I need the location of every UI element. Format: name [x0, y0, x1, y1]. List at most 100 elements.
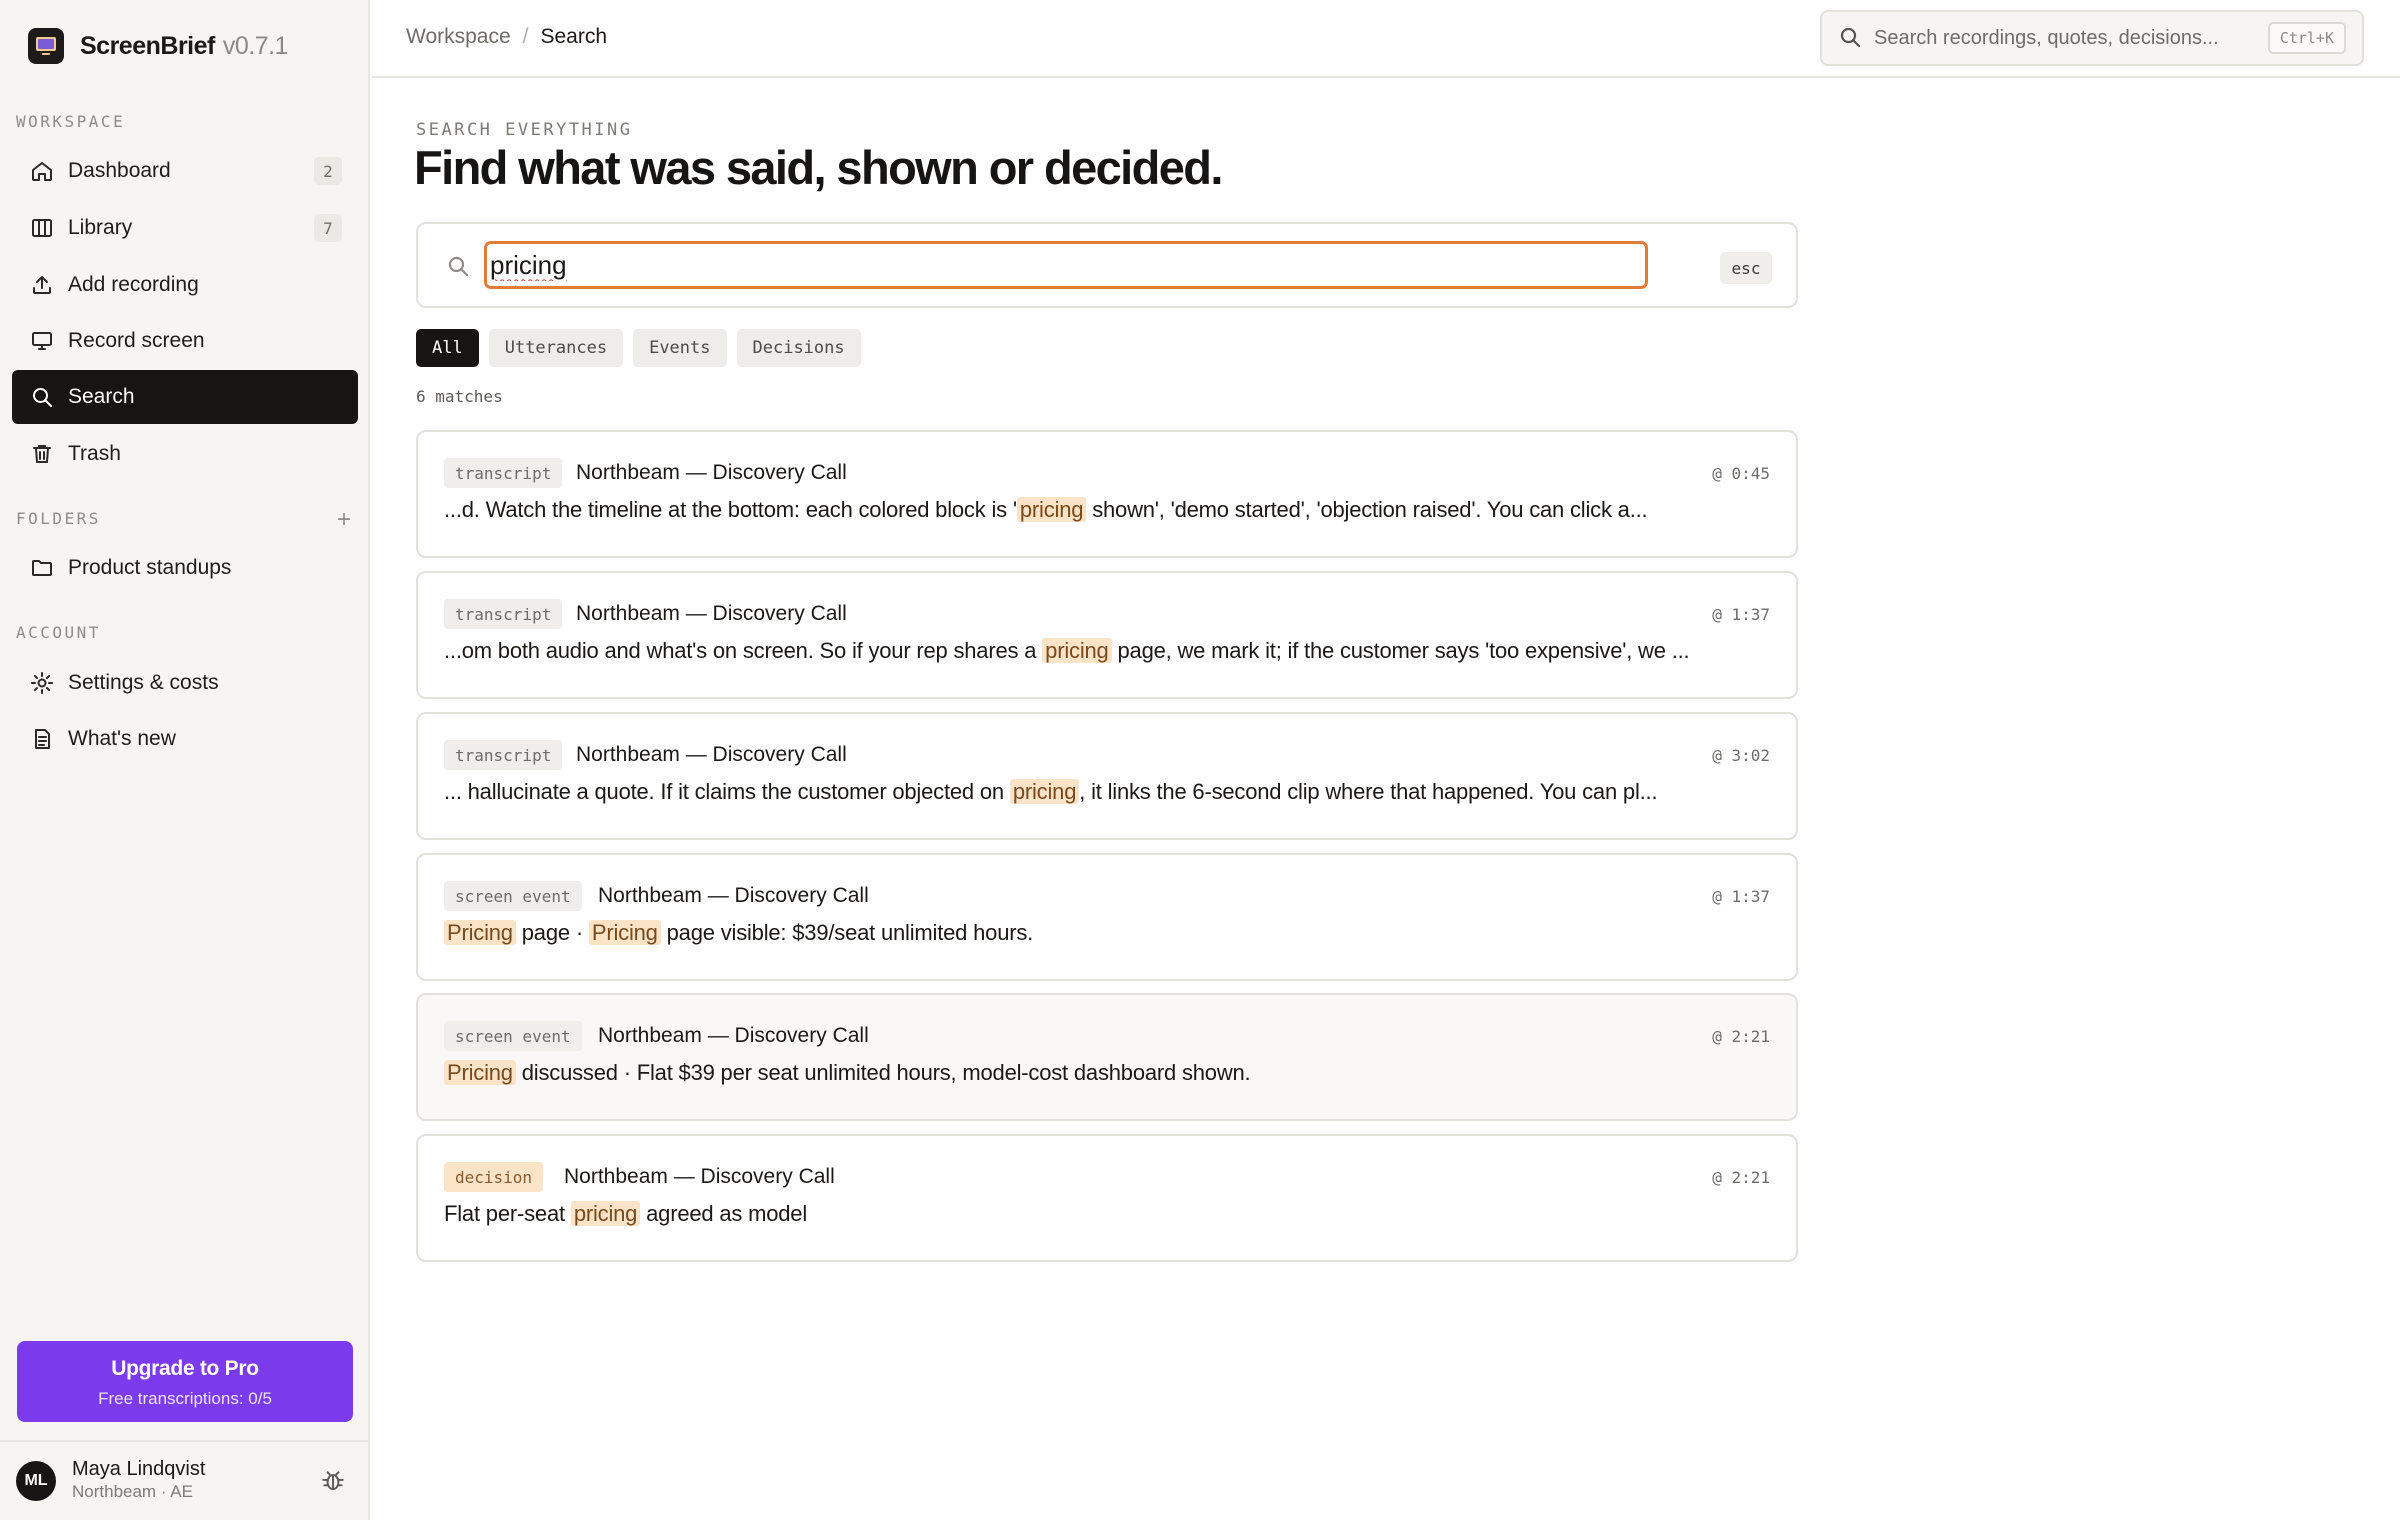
sidebar-item-label: Library [68, 216, 133, 239]
sidebar-item-label: Dashboard [68, 159, 171, 182]
snippet-text: ...om both audio and what's on screen. S… [444, 638, 1043, 663]
sidebar-item-label: Record screen [68, 329, 205, 352]
user-subtitle: Northbeam · AE [72, 1482, 193, 1501]
brand[interactable]: ScreenBrief v0.7.1 [28, 28, 288, 64]
sidebar-item-search[interactable]: Search [12, 370, 358, 424]
match-highlight: pricing [1016, 497, 1087, 522]
filter-all[interactable]: All [416, 329, 479, 367]
avatar[interactable]: ML [16, 1461, 56, 1501]
sidebar-item-whats-new[interactable]: What's new [12, 712, 358, 766]
home-icon [28, 157, 56, 185]
result-snippet: Pricing page · Pricing page visible: $39… [444, 920, 1033, 946]
result-snippet: Pricing discussed · Flat $39 per seat un… [444, 1060, 1251, 1086]
match-highlight: Pricing [588, 920, 661, 945]
result-card[interactable]: transcript Northbeam — Discovery Call @ 3:… [416, 712, 1798, 840]
snippet-text: discussed · Flat $39 per seat unlimited … [515, 1060, 1251, 1085]
trash-icon [28, 440, 56, 468]
search-placeholder: Search recordings, quotes, decisions... [1874, 26, 2219, 49]
sidebar-item-label: Search [68, 385, 135, 408]
count-badge: 7 [314, 214, 342, 242]
result-type-tag: decision [444, 1162, 544, 1192]
filter-events[interactable]: Events [633, 329, 727, 367]
snippet-text: agreed as model [640, 1201, 808, 1226]
sidebar-item-record-screen[interactable]: Record screen [12, 314, 358, 368]
snippet-text: page visible: $39/seat unlimited hours. [660, 920, 1034, 945]
sidebar-item-label: Add recording [68, 273, 199, 296]
snippet-text: , it links the 6-second clip where that … [1079, 779, 1658, 804]
result-type-tag: transcript [444, 458, 563, 488]
sidebar-item-dashboard[interactable]: Dashboard 2 [12, 144, 358, 198]
result-type-tag: screen event [444, 881, 582, 911]
filter-utterances[interactable]: Utterances [488, 329, 624, 367]
result-snippet: ...om both audio and what's on screen. S… [444, 638, 1690, 664]
result-timestamp[interactable]: @ 1:37 [1712, 599, 1770, 629]
upgrade-button[interactable]: Upgrade to Pro Free transcriptions: 0/5 [17, 1341, 353, 1422]
search-icon [28, 383, 56, 411]
page-eyebrow: SEARCH EVERYTHING [416, 120, 633, 140]
result-snippet: Flat per-seat pricing agreed as model [444, 1201, 807, 1227]
match-count: 6 matches [416, 387, 503, 406]
bug-report-icon[interactable] [320, 1468, 348, 1496]
result-timestamp[interactable]: @ 0:45 [1712, 458, 1770, 488]
result-timestamp[interactable]: @ 3:02 [1712, 740, 1770, 770]
result-card[interactable]: transcript Northbeam — Discovery Call @ 1:… [416, 571, 1798, 699]
breadcrumb-current: Search [540, 25, 608, 48]
result-type-tag: transcript [444, 599, 563, 629]
app-name: ScreenBrief [80, 31, 215, 60]
monitor-icon [28, 327, 56, 355]
sidebar-item-label: Settings & costs [68, 671, 219, 694]
folders-section-label: FOLDERS [16, 509, 101, 528]
search-icon [1838, 25, 1864, 51]
esc-button[interactable]: esc [1720, 252, 1772, 284]
sun-gear-icon [28, 669, 56, 697]
count-badge: 2 [314, 157, 342, 185]
screen-logo-icon [28, 28, 64, 64]
result-snippet: ... hallucinate a quote. If it claims th… [444, 779, 1658, 805]
snippet-text: page · [515, 920, 589, 945]
result-card[interactable]: decision Northbeam — Discovery Call @ 2:21… [416, 1134, 1798, 1262]
result-type-tag: transcript [444, 740, 563, 770]
global-search-input[interactable]: Search recordings, quotes, decisions... … [1820, 10, 2364, 66]
result-timestamp[interactable]: @ 2:21 [1712, 1021, 1770, 1051]
breadcrumb-workspace[interactable]: Workspace [406, 25, 511, 49]
result-snippet: ...d. Watch the timeline at the bottom: … [444, 497, 1648, 523]
upgrade-subtitle: Free transcriptions: 0/5 [98, 1389, 272, 1408]
filter-chips: All Utterances Events Decisions [416, 329, 861, 367]
sidebar-item-product-standups[interactable]: Product standups [12, 541, 358, 595]
result-timestamp[interactable]: @ 2:21 [1712, 1162, 1770, 1192]
sidebar: ScreenBrief v0.7.1 WORKSPACE Dashboard 2… [0, 0, 370, 1520]
filter-decisions[interactable]: Decisions [736, 329, 861, 367]
breadcrumb: Workspace / Search [406, 25, 607, 49]
result-timestamp[interactable]: @ 1:37 [1712, 881, 1770, 911]
match-highlight: pricing [1042, 638, 1112, 663]
sidebar-item-library[interactable]: Library 7 [12, 201, 358, 255]
search-panel: esc [416, 222, 1798, 308]
account-section-label: ACCOUNT [16, 623, 101, 642]
result-card[interactable]: screen event Northbeam — Discovery Call @ … [416, 993, 1798, 1121]
add-folder-button[interactable]: + [332, 508, 356, 532]
match-highlight: pricing [1009, 779, 1080, 804]
sidebar-item-trash[interactable]: Trash [12, 427, 358, 481]
sidebar-item-add-recording[interactable]: Add recording [12, 258, 358, 312]
document-icon [28, 725, 56, 753]
workspace-section-label: WORKSPACE [16, 112, 126, 131]
sidebar-item-label: What's new [68, 727, 176, 750]
result-card[interactable]: screen event Northbeam — Discovery Call @ … [416, 853, 1798, 981]
match-highlight: Pricing [444, 1060, 516, 1085]
search-input[interactable] [484, 241, 1648, 289]
shortcut-hint: Ctrl+K [2267, 22, 2346, 54]
result-title: Northbeam — Discovery Call [576, 743, 847, 766]
breadcrumb-separator: / [522, 25, 529, 48]
snippet-text: Flat per-seat [444, 1201, 571, 1226]
sidebar-item-label: Trash [68, 442, 121, 465]
snippet-text: shown', 'demo started', 'objection raise… [1086, 497, 1648, 522]
result-card[interactable]: transcript Northbeam — Discovery Call @ 0:… [416, 430, 1798, 558]
result-title: Northbeam — Discovery Call [576, 461, 847, 484]
sidebar-item-settings[interactable]: Settings & costs [12, 656, 358, 710]
snippet-text: page, we mark it; if the customer says '… [1111, 638, 1690, 663]
folder-icon [28, 554, 56, 582]
upgrade-title: Upgrade to Pro [111, 1357, 259, 1380]
match-highlight: pricing [570, 1201, 641, 1226]
result-title: Northbeam — Discovery Call [598, 884, 869, 907]
snippet-text: ...d. Watch the timeline at the bottom: … [444, 497, 1017, 522]
